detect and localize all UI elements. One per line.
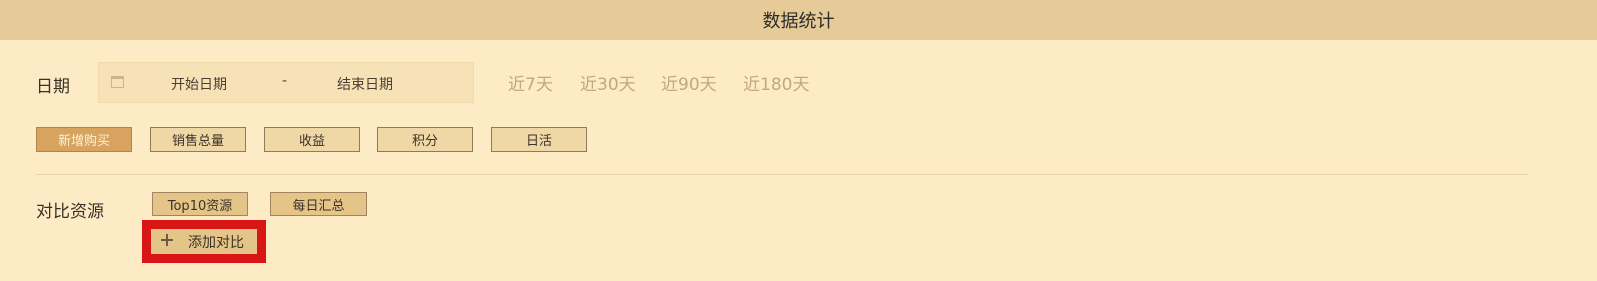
quick-range-7d[interactable]: 近7天 — [508, 70, 553, 95]
quick-range-180d[interactable]: 近180天 — [743, 70, 809, 95]
metric-points-button[interactable]: 积分 — [377, 127, 473, 152]
page-title: 数据统计 — [762, 11, 835, 32]
section-divider — [36, 174, 1528, 175]
metric-new-purchase-button[interactable]: 新增购买 — [36, 127, 132, 152]
date-label: 日期 — [36, 77, 70, 97]
metric-dau-button[interactable]: 日活 — [491, 127, 587, 152]
metric-revenue-button[interactable]: 收益 — [264, 127, 360, 152]
start-date-input[interactable]: 开始日期 — [171, 74, 227, 94]
metric-total-sales-button[interactable]: 销售总量 — [150, 127, 246, 152]
date-range-picker[interactable]: 开始日期 - 结束日期 — [98, 62, 474, 103]
compare-top10-button[interactable]: Top10资源 — [152, 192, 248, 216]
end-date-input[interactable]: 结束日期 — [337, 74, 393, 94]
quick-range-90d[interactable]: 近90天 — [661, 70, 717, 95]
date-separator: - — [282, 73, 288, 89]
calendar-icon — [111, 76, 124, 88]
add-compare-button[interactable]: 添加对比 — [151, 229, 257, 254]
plus-icon — [160, 233, 178, 251]
compare-daily-summary-button[interactable]: 每日汇总 — [270, 192, 367, 216]
compare-label: 对比资源 — [36, 202, 104, 222]
page-header: 数据统计 — [0, 0, 1597, 40]
add-compare-label: 添加对比 — [188, 234, 244, 251]
quick-range-30d[interactable]: 近30天 — [580, 70, 636, 95]
